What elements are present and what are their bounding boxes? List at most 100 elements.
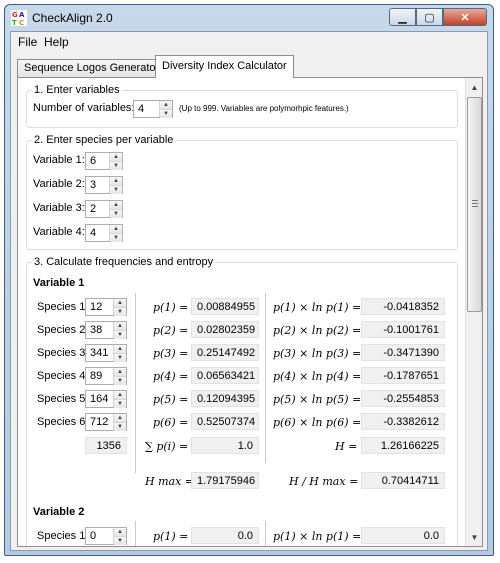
- spin-up-icon[interactable]: ▲: [110, 225, 122, 234]
- variable-1-value[interactable]: 6: [86, 153, 109, 169]
- p-2-value: 0.02802359: [191, 321, 259, 338]
- num-variables-stepper[interactable]: 4 ▲ ▼: [133, 100, 173, 118]
- spin-up-icon[interactable]: ▲: [114, 345, 126, 354]
- variable-3-value[interactable]: 2: [86, 201, 109, 217]
- species-3-count[interactable]: 341: [86, 345, 113, 361]
- variable-2-value[interactable]: 3: [86, 177, 109, 193]
- num-variables-value[interactable]: 4: [134, 101, 159, 117]
- section-1-legend: 1. Enter variables: [32, 84, 122, 96]
- v2-species-1-count[interactable]: 0: [86, 528, 113, 544]
- menu-file[interactable]: File: [18, 35, 37, 49]
- section-2-legend: 2. Enter species per variable: [32, 134, 176, 146]
- species-6-stepper[interactable]: 712 ▲ ▼: [85, 413, 127, 431]
- spin-down-icon[interactable]: ▼: [160, 110, 172, 118]
- menu-help[interactable]: Help: [44, 35, 69, 49]
- variable-1-label: Variable 1:: [33, 154, 85, 166]
- tab-sequence-logos[interactable]: Sequence Logos Generator: [17, 59, 167, 78]
- plnp-3-value: -0.3471390: [361, 344, 445, 361]
- species-2-stepper[interactable]: 38 ▲ ▼: [85, 321, 127, 339]
- close-button[interactable]: ✕: [443, 8, 487, 26]
- p-4-value: 0.06563421: [191, 367, 259, 384]
- plnp-3-label: p(3) × ln p(3) =: [273, 347, 362, 360]
- spin-down-icon[interactable]: ▼: [114, 308, 126, 316]
- spin-down-icon[interactable]: ▼: [114, 537, 126, 545]
- p-2-label: p(2) =: [153, 324, 189, 337]
- plnp-2-label: p(2) × ln p(2) =: [273, 324, 362, 337]
- h-label: H =: [335, 440, 358, 453]
- spin-up-icon[interactable]: ▲: [110, 177, 122, 186]
- spin-down-icon[interactable]: ▼: [110, 186, 122, 194]
- species-2-count[interactable]: 38: [86, 322, 113, 338]
- spin-up-icon[interactable]: ▲: [160, 101, 172, 110]
- species-6-count[interactable]: 712: [86, 414, 113, 430]
- app-window: G A T C CheckAlign 2.0 ▁ ▢ ✕ File Help S…: [4, 4, 494, 556]
- p-5-label: p(5) =: [153, 393, 189, 406]
- v2-species-1-stepper[interactable]: 0 ▲ ▼: [85, 527, 127, 545]
- h-ratio-label: H / H max =: [289, 475, 359, 488]
- v2-p-1-label: p(1) =: [153, 530, 189, 543]
- grip-icon: [472, 200, 478, 207]
- num-variables-hint: (Up to 999. Variables are polymorhpic fe…: [179, 104, 349, 113]
- close-icon: ✕: [460, 11, 470, 24]
- variable-1-heading: Variable 1: [33, 277, 85, 289]
- spin-down-icon[interactable]: ▼: [114, 400, 126, 408]
- spin-up-icon[interactable]: ▲: [114, 414, 126, 423]
- spin-down-icon[interactable]: ▼: [110, 210, 122, 218]
- vertical-scrollbar[interactable]: ▲ ▼: [465, 78, 482, 546]
- variable-2-label: Variable 2:: [33, 178, 85, 190]
- maximize-button[interactable]: ▢: [416, 8, 443, 26]
- title-bar[interactable]: G A T C CheckAlign 2.0 ▁ ▢ ✕: [5, 5, 493, 31]
- variable-3-stepper[interactable]: 2 ▲ ▼: [85, 200, 123, 218]
- h-value: 1.26166225: [361, 437, 445, 454]
- scrollbar-thumb[interactable]: [467, 97, 482, 312]
- species-5-stepper[interactable]: 164 ▲ ▼: [85, 390, 127, 408]
- svg-text:A: A: [19, 11, 25, 19]
- spin-up-icon[interactable]: ▲: [110, 153, 122, 162]
- plnp-5-label: p(5) × ln p(5) =: [273, 393, 362, 406]
- species-4-stepper[interactable]: 89 ▲ ▼: [85, 367, 127, 385]
- v2-plnp-1-label: p(1) × ln p(1) =: [273, 530, 362, 543]
- scroll-down-icon[interactable]: ▼: [467, 529, 482, 545]
- sum-p-label: ∑ p(i) =: [145, 440, 189, 453]
- spin-up-icon[interactable]: ▲: [114, 299, 126, 308]
- spin-down-icon[interactable]: ▼: [114, 354, 126, 362]
- p-4-label: p(4) =: [153, 370, 189, 383]
- spin-down-icon[interactable]: ▼: [114, 331, 126, 339]
- plnp-1-value: -0.0418352: [361, 298, 445, 315]
- spin-up-icon[interactable]: ▲: [114, 391, 126, 400]
- species-4-count[interactable]: 89: [86, 368, 113, 384]
- variable-1-stepper[interactable]: 6 ▲ ▼: [85, 152, 123, 170]
- species-1-label: Species 1:: [37, 301, 89, 313]
- v2-species-1-label: Species 1:: [37, 530, 89, 542]
- p-6-value: 0.52507374: [191, 413, 259, 430]
- minimize-button[interactable]: ▁: [389, 8, 416, 26]
- plnp-5-value: -0.2554853: [361, 390, 445, 407]
- minimize-icon: ▁: [398, 11, 407, 24]
- spin-down-icon[interactable]: ▼: [110, 162, 122, 170]
- plnp-2-value: -0.1001761: [361, 321, 445, 338]
- tab-diversity-index[interactable]: Diversity Index Calculator: [155, 55, 294, 78]
- species-1-count[interactable]: 12: [86, 299, 113, 315]
- spin-up-icon[interactable]: ▲: [114, 322, 126, 331]
- spin-up-icon[interactable]: ▲: [110, 201, 122, 210]
- species-4-label: Species 4:: [37, 370, 89, 382]
- plnp-4-label: p(4) × ln p(4) =: [273, 370, 362, 383]
- spin-down-icon[interactable]: ▼: [114, 423, 126, 431]
- variable-4-stepper[interactable]: 4 ▲ ▼: [85, 224, 123, 242]
- species-3-stepper[interactable]: 341 ▲ ▼: [85, 344, 127, 362]
- species-2-label: Species 2:: [37, 324, 89, 336]
- svg-text:T: T: [12, 19, 17, 26]
- svg-text:G: G: [12, 11, 18, 19]
- variable-2-stepper[interactable]: 3 ▲ ▼: [85, 176, 123, 194]
- species-5-count[interactable]: 164: [86, 391, 113, 407]
- spin-up-icon[interactable]: ▲: [114, 368, 126, 377]
- species-1-stepper[interactable]: 12 ▲ ▼: [85, 298, 127, 316]
- plnp-4-value: -0.1787651: [361, 367, 445, 384]
- client-area: File Help Sequence Logos Generator Diver…: [10, 31, 488, 551]
- variable-4-value[interactable]: 4: [86, 225, 109, 241]
- spin-down-icon[interactable]: ▼: [110, 234, 122, 242]
- species-6-label: Species 6:: [37, 416, 89, 428]
- spin-down-icon[interactable]: ▼: [114, 377, 126, 385]
- scroll-up-icon[interactable]: ▲: [467, 79, 482, 95]
- spin-up-icon[interactable]: ▲: [114, 528, 126, 537]
